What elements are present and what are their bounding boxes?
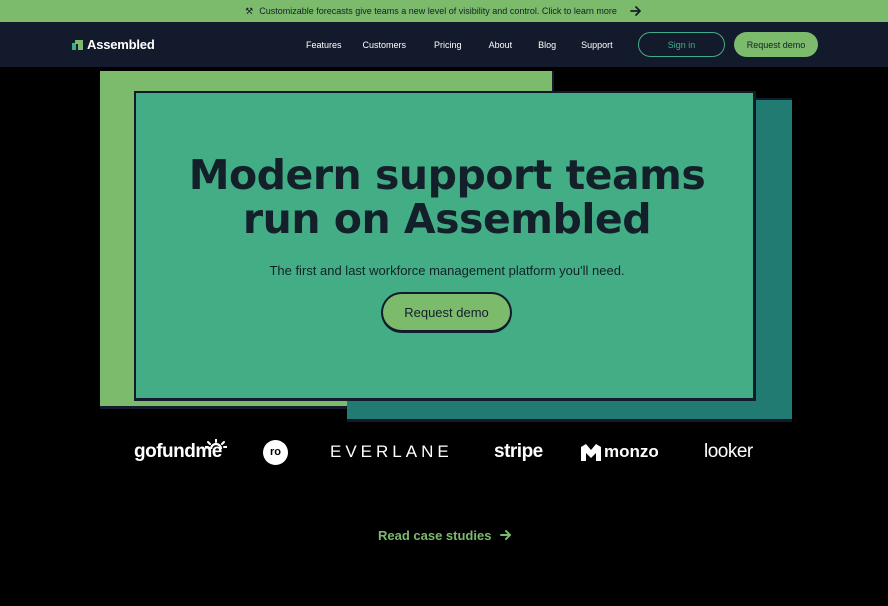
nav-links: Features Customers Pricing About Blog Su… [306,22,613,67]
read-case-studies-link[interactable]: Read case studies [378,524,513,546]
sign-in-button[interactable]: Sign in [638,32,725,57]
monzo-logo: monzo [581,432,659,472]
hero-panel: Modern support teams run on Assembled Th… [134,91,756,401]
nav-link-blog[interactable]: Blog [538,40,556,50]
nav-link-features[interactable]: Features [306,40,342,50]
tools-icon: ⚒ [245,5,254,16]
assembled-logo-icon [72,39,83,50]
announcement-text[interactable]: Customizable forecasts give teams a new … [259,6,617,16]
hero-title: Modern support teams run on Assembled [136,153,758,241]
arrow-right-icon [500,530,512,540]
monzo-m-icon [581,443,601,461]
logo-text: Assembled [87,37,155,52]
hero-title-line-1: Modern support teams [188,151,706,199]
read-case-studies-label: Read case studies [378,527,492,543]
looker-logo: looker [704,432,753,472]
nav-link-pricing[interactable]: Pricing [434,40,462,50]
everlane-logo: EVERLANE [330,442,453,461]
customer-logos: gofundme ro EVERLANE stripe monzo looker [0,432,888,472]
hero-title-line-2: run on Assembled [242,195,652,243]
nav-link-about[interactable]: About [489,40,513,50]
hero-subtitle: The first and last workforce management … [269,263,625,278]
nav-link-customers[interactable]: Customers [363,40,407,50]
announcement-bar[interactable]: ⚒ Customizable forecasts give teams a ne… [0,0,888,22]
stripe-logo: stripe [494,441,543,462]
monzo-logo-text: monzo [604,442,659,461]
request-demo-nav-button[interactable]: Request demo [734,32,818,57]
arrow-right-icon[interactable] [629,4,643,18]
nav-link-support[interactable]: Support [581,40,613,50]
looker-logo-text: looker [704,441,753,462]
assembled-logo[interactable]: Assembled [72,22,155,67]
top-nav: Assembled Features Customers Pricing Abo… [0,22,888,67]
request-demo-hero-button[interactable]: Request demo [381,292,512,333]
gofundme-sun-icon [204,439,227,450]
gofundme-logo: gofundme [134,432,227,472]
ro-logo-circle: ro [263,439,288,465]
ro-logo: ro [263,432,288,472]
